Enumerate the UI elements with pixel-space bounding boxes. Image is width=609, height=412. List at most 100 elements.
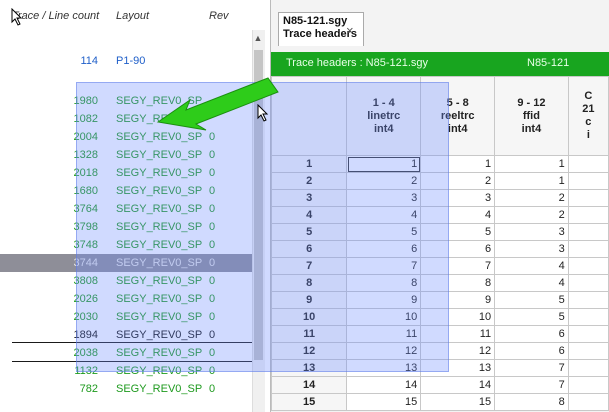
table-cell[interactable]: 14 — [346, 376, 422, 394]
table-cell[interactable]: 5 — [494, 291, 569, 309]
table-cell[interactable]: 11 — [346, 325, 422, 343]
table-cell[interactable] — [567, 291, 609, 309]
table-cell[interactable]: 14 — [420, 376, 496, 394]
table-row[interactable]: 6663 — [270, 240, 609, 258]
list-item[interactable]: 3748 SEGY_REV0_SP 0 — [0, 236, 252, 254]
table-cell[interactable]: 8 — [494, 393, 569, 411]
header-rev[interactable]: Rev — [209, 10, 229, 22]
table-cell[interactable] — [567, 240, 609, 258]
table-cell[interactable] — [567, 172, 609, 190]
list-item[interactable]: 2018 SEGY_REV0_SP 0 — [0, 164, 252, 182]
scrollbar-thumb[interactable] — [254, 50, 263, 360]
header-layout[interactable]: Layout — [116, 10, 149, 22]
list-item[interactable]: 782 SEGY_REV0_SP 0 — [0, 380, 252, 398]
table-row[interactable]: 9995 — [270, 291, 609, 309]
table-cell[interactable]: 1 — [420, 155, 496, 173]
header-trace-count[interactable]: Trace / Line count — [12, 10, 99, 22]
table-cell[interactable]: 9 — [420, 291, 496, 309]
table-cell[interactable]: 4 — [346, 206, 422, 224]
table-row[interactable]: 8884 — [270, 274, 609, 292]
table-row[interactable]: 7774 — [270, 257, 609, 275]
table-row[interactable]: 2221 — [270, 172, 609, 190]
table-cell[interactable]: 6 — [346, 240, 422, 258]
table-cell[interactable]: 4 — [420, 206, 496, 224]
list-item[interactable]: 3808 SEGY_REV0_SP 0 — [0, 272, 252, 290]
list-item[interactable]: 1980 SEGY_REV0_SP — [0, 92, 252, 110]
table-cell[interactable]: 5 — [494, 308, 569, 326]
table-cell[interactable] — [567, 223, 609, 241]
table-cell[interactable]: 7 — [346, 257, 422, 275]
table-cell[interactable] — [567, 325, 609, 343]
table-cell[interactable]: 13 — [346, 359, 422, 377]
table-cell[interactable] — [567, 257, 609, 275]
table-cell[interactable]: 2 — [346, 172, 422, 190]
column-header[interactable]: 5 - 8 reeltrc int4 — [420, 76, 496, 156]
table-cell[interactable]: 3 — [494, 240, 569, 258]
list-item[interactable]: 1082 SEGY_REV0_SP — [0, 110, 252, 128]
table-cell[interactable]: 3 — [494, 223, 569, 241]
table-cell[interactable] — [567, 376, 609, 394]
table-cell[interactable]: 10 — [346, 308, 422, 326]
table-cell[interactable]: 5 — [420, 223, 496, 241]
close-icon[interactable]: × — [346, 23, 354, 38]
list-item[interactable]: 3798 SEGY_REV0_SP 0 — [0, 218, 252, 236]
table-row[interactable]: 10 10 10 5 — [270, 308, 609, 326]
table-cell[interactable] — [567, 155, 609, 173]
table-cell[interactable] — [567, 308, 609, 326]
table-cell[interactable] — [567, 342, 609, 360]
list-item[interactable]: 2030 SEGY_REV0_SP 0 — [0, 308, 252, 326]
table-cell[interactable]: 8 — [346, 274, 422, 292]
table-cell[interactable]: 6 — [494, 325, 569, 343]
table-cell[interactable]: 7 — [494, 359, 569, 377]
table-cell[interactable] — [567, 393, 609, 411]
table-cell[interactable]: 2 — [494, 189, 569, 207]
column-header[interactable]: 1 - 4 linetrc int4 — [346, 76, 422, 156]
list-item[interactable]: 2026 SEGY_REV0_SP 0 — [0, 290, 252, 308]
table-cell[interactable]: 10 — [420, 308, 496, 326]
list-item[interactable]: 2004 SEGY_REV0_SP 0 — [0, 128, 252, 146]
table-row[interactable]: 14 14 14 7 — [270, 376, 609, 394]
list-item[interactable]: 1132 SEGY_REV0_SP 0 — [0, 362, 252, 380]
table-row[interactable]: 5553 — [270, 223, 609, 241]
table-cell[interactable]: 4 — [494, 257, 569, 275]
list-item[interactable]: 1680 SEGY_REV0_SP 0 — [0, 182, 252, 200]
chevron-up-icon[interactable]: ▲ — [252, 31, 264, 45]
table-cell[interactable]: 5 — [346, 223, 422, 241]
table-cell[interactable]: 12 — [420, 342, 496, 360]
table-row[interactable]: 3332 — [270, 189, 609, 207]
table-cell[interactable]: 3 — [346, 189, 422, 207]
table-cell[interactable]: 1 — [494, 155, 569, 173]
table-cell[interactable] — [567, 206, 609, 224]
table-cell[interactable]: 12 — [346, 342, 422, 360]
table-cell[interactable]: 7 — [420, 257, 496, 275]
column-header[interactable]: C 21 c i — [567, 76, 609, 156]
table-cell[interactable]: 6 — [420, 240, 496, 258]
list-item[interactable]: 1328 SEGY_REV0_SP 0 — [0, 146, 252, 164]
table-cell[interactable]: 15 — [420, 393, 496, 411]
table-cell[interactable]: 2 — [420, 172, 496, 190]
table-row[interactable]: 1111 — [270, 155, 609, 173]
table-cell[interactable]: 6 — [494, 342, 569, 360]
table-cell[interactable]: 1 — [494, 172, 569, 190]
table-cell[interactable]: 9 — [346, 291, 422, 309]
table-row[interactable]: 11 11 11 6 — [270, 325, 609, 343]
table-cell[interactable] — [567, 274, 609, 292]
table-cell[interactable]: 8 — [420, 274, 496, 292]
table-cell[interactable]: 15 — [346, 393, 422, 411]
table-row[interactable]: 12 12 12 6 — [270, 342, 609, 360]
list-item[interactable]: 3764 SEGY_REV0_SP 0 — [0, 200, 252, 218]
table-cell[interactable]: 2 — [494, 206, 569, 224]
table-cell[interactable] — [567, 189, 609, 207]
table-cell[interactable]: 4 — [494, 274, 569, 292]
list-item[interactable]: 3744 SEGY_REV0_SP 0 — [0, 254, 252, 272]
table-row[interactable]: 13 13 13 7 — [270, 359, 609, 377]
table-cell[interactable] — [567, 359, 609, 377]
table-cell[interactable]: 13 — [420, 359, 496, 377]
table-cell[interactable]: 11 — [420, 325, 496, 343]
table-cell[interactable]: 3 — [420, 189, 496, 207]
column-header[interactable]: 9 - 12 ffid int4 — [494, 76, 569, 156]
list-item[interactable]: 2038 SEGY_REV0_SP 0 — [0, 344, 252, 362]
table-row[interactable]: 15 15 15 8 — [270, 393, 609, 411]
table-cell[interactable]: 7 — [494, 376, 569, 394]
table-row[interactable]: 4442 — [270, 206, 609, 224]
